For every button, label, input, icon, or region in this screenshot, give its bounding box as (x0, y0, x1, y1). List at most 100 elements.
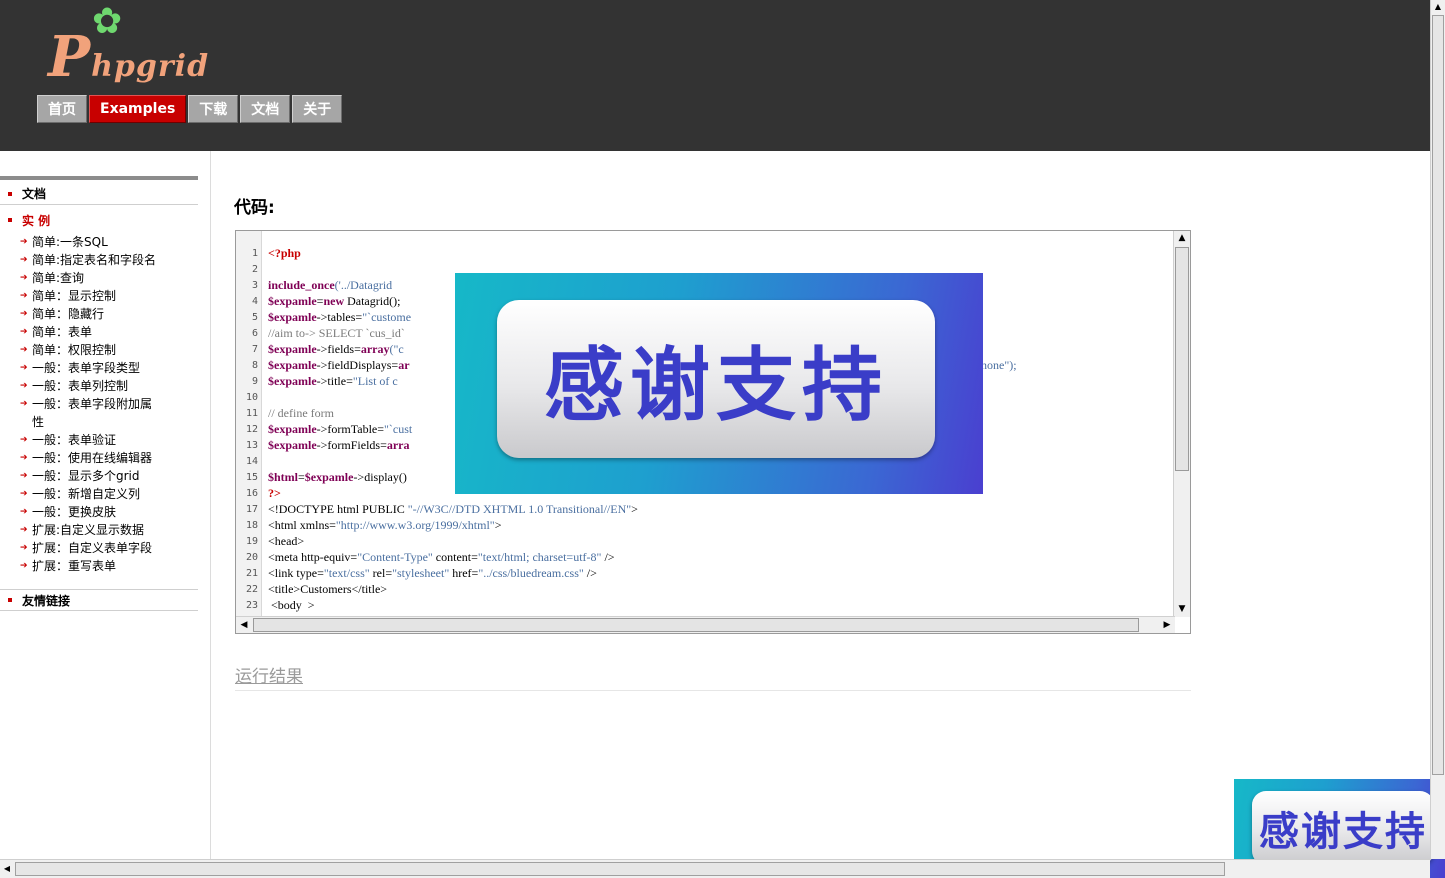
scroll-thumb[interactable] (253, 618, 1139, 632)
code-line: $expamle->fieldDisplays=ar (268, 358, 410, 372)
arrow-icon: ➔ (20, 381, 28, 391)
code-line: // define form (268, 406, 334, 420)
arrow-icon: ➔ (20, 435, 28, 445)
example-link[interactable]: ➔ 简单:指定表名和字段名 (20, 251, 200, 269)
sidebar-docs-label: 文档 (22, 187, 47, 201)
line-number: 19 (245, 536, 258, 547)
window-horizontal-scrollbar[interactable]: ◀ (0, 859, 1430, 878)
code-vertical-scrollbar[interactable]: ▲ ▼ (1173, 231, 1190, 617)
example-link[interactable]: ➔ 简单:查询 (20, 269, 200, 287)
scroll-up-icon[interactable]: ▲ (1174, 231, 1190, 246)
sidebar-docs-heading[interactable]: 文档 (0, 183, 198, 205)
code-line: $expamle->formFields=arra (268, 438, 410, 452)
line-number: 21 (245, 568, 258, 579)
line-number: 23 (245, 600, 258, 611)
scroll-right-icon[interactable]: ▶ (1159, 617, 1175, 633)
scroll-thumb[interactable] (15, 862, 1225, 876)
line-number: 18 (245, 520, 258, 531)
example-link[interactable]: ➔ 一般：显示多个grid (20, 467, 200, 485)
sidebar-links-label: 友情链接 (22, 593, 71, 608)
code-line: <!DOCTYPE html PUBLIC "-//W3C//DTD XHTML… (268, 502, 638, 516)
bullet-icon (8, 218, 12, 222)
sidebar-examples-heading[interactable]: 实 例 (0, 209, 198, 231)
window-vertical-scrollbar[interactable]: ▲ (1430, 0, 1445, 859)
example-link[interactable]: ➔ 一般：表单字段类型 (20, 359, 200, 377)
logo-rest: hpgrid (91, 49, 210, 84)
nav-about[interactable]: 关于 (292, 95, 343, 123)
example-link[interactable]: ➔ 一般：使用在线编辑器 (20, 449, 200, 467)
code-line: $expamle=new Datagrid(); (268, 294, 401, 308)
code-line: //aim to-> SELECT `cus_id` (268, 326, 405, 340)
example-link[interactable]: ➔ 扩展：自定义表单字段 (20, 539, 200, 557)
scroll-down-icon[interactable]: ▼ (1174, 602, 1190, 617)
code-title: 代码: (234, 198, 275, 218)
scroll-thumb[interactable] (1432, 15, 1444, 775)
example-link[interactable]: ➔ 一般：表单列控制 (20, 377, 200, 395)
example-link[interactable]: ➔ 一般：新增自定义列 (20, 485, 200, 503)
phpgrid-logo[interactable]: ✿ Phpgrid (46, 4, 226, 91)
code-line: ?> (268, 486, 281, 500)
sidebar-top-bar (0, 176, 198, 180)
arrow-icon: ➔ (20, 453, 28, 463)
arrow-icon: ➔ (20, 471, 28, 481)
code-line: <body > (268, 598, 315, 612)
nav-docs[interactable]: 文档 (240, 95, 291, 123)
example-link[interactable]: ➔ 一般：表单字段附加属性 (20, 395, 200, 431)
line-number-gutter: 1 2 3 4 5 6 7 8 9 10 11 12 13 14 15 16 1… (236, 231, 262, 617)
line-number: 3 (251, 280, 258, 291)
example-link[interactable]: ➔ 一般：更换皮肤 (20, 503, 200, 521)
arrow-icon: ➔ (20, 561, 28, 571)
code-line: $expamle->tables="`custome (268, 310, 412, 324)
scroll-left-icon[interactable]: ◀ (0, 860, 14, 878)
line-number: 17 (245, 504, 258, 515)
line-number: 6 (251, 328, 258, 339)
scroll-left-icon[interactable]: ◀ (236, 617, 252, 633)
line-number: 14 (245, 456, 258, 467)
code-line: <head> (268, 534, 305, 548)
code-line: $expamle->formTable="`cust (268, 422, 413, 436)
example-link[interactable]: ➔ 简单：显示控制 (20, 287, 200, 305)
code-line: <meta http-equiv="Content-Type" content=… (268, 550, 615, 564)
example-link[interactable]: ➔ 简单:一条SQL (20, 233, 200, 251)
arrow-icon: ➔ (20, 237, 28, 247)
example-link[interactable]: ➔ 一般：表单验证 (20, 431, 200, 449)
line-number: 20 (245, 552, 258, 563)
example-link[interactable]: ➔ 扩展：重写表单 (20, 557, 200, 575)
code-horizontal-scrollbar[interactable]: ◀ ▶ (236, 616, 1175, 633)
line-number: 4 (251, 296, 258, 307)
arrow-icon: ➔ (20, 327, 28, 337)
code-line: <link type="text/css" rel="stylesheet" h… (268, 566, 597, 580)
nav-download[interactable]: 下载 (188, 95, 239, 123)
example-link[interactable]: ➔ 简单：表单 (20, 323, 200, 341)
arrow-icon: ➔ (20, 489, 28, 499)
thanks-banner-center[interactable]: 感谢支持 (455, 273, 983, 494)
examples-list: ➔ 简单:一条SQL ➔ 简单:指定表名和字段名 ➔ 简单:查询 ➔ 简单：显示控制 ➔… (20, 233, 200, 575)
line-number: 10 (245, 392, 258, 403)
nav-home[interactable]: 首页 (37, 95, 87, 123)
sidebar-links-heading[interactable]: 友情链接 (0, 589, 198, 611)
line-number: 9 (251, 376, 258, 387)
arrow-icon: ➔ (20, 255, 28, 265)
example-link[interactable]: ➔ 简单：权限控制 (20, 341, 200, 359)
result-title[interactable]: 运行结果 (235, 662, 303, 687)
example-link[interactable]: ➔ 扩展:自定义显示数据 (20, 521, 200, 539)
arrow-icon: ➔ (20, 291, 28, 301)
code-line: include_once('../Datagrid (268, 278, 393, 292)
line-number: 1 (251, 248, 258, 259)
line-number: 16 (245, 488, 258, 499)
thanks-banner-text: 感谢支持 (1252, 791, 1434, 865)
code-line: $expamle->fields=array("c (268, 342, 404, 356)
nav-examples[interactable]: Examples (89, 95, 187, 123)
logo-big-letter: P (48, 24, 92, 90)
thanks-banner-text: 感谢支持 (497, 300, 935, 458)
scroll-thumb[interactable] (1175, 247, 1189, 471)
code-line-tail: hone"); (981, 358, 1017, 372)
line-number: 11 (245, 408, 258, 419)
line-number: 22 (245, 584, 258, 595)
scroll-up-icon[interactable]: ▲ (1431, 0, 1445, 14)
result-divider (235, 690, 1191, 691)
sidebar: 文档 实 例 ➔ 简单:一条SQL ➔ 简单:指定表名和字段名 ➔ 简单:查询 ➔ 简单… (0, 151, 211, 859)
example-link[interactable]: ➔ 简单：隐藏行 (20, 305, 200, 323)
sidebar-examples-label: 实 例 (22, 213, 51, 228)
bullet-icon (8, 191, 12, 196)
